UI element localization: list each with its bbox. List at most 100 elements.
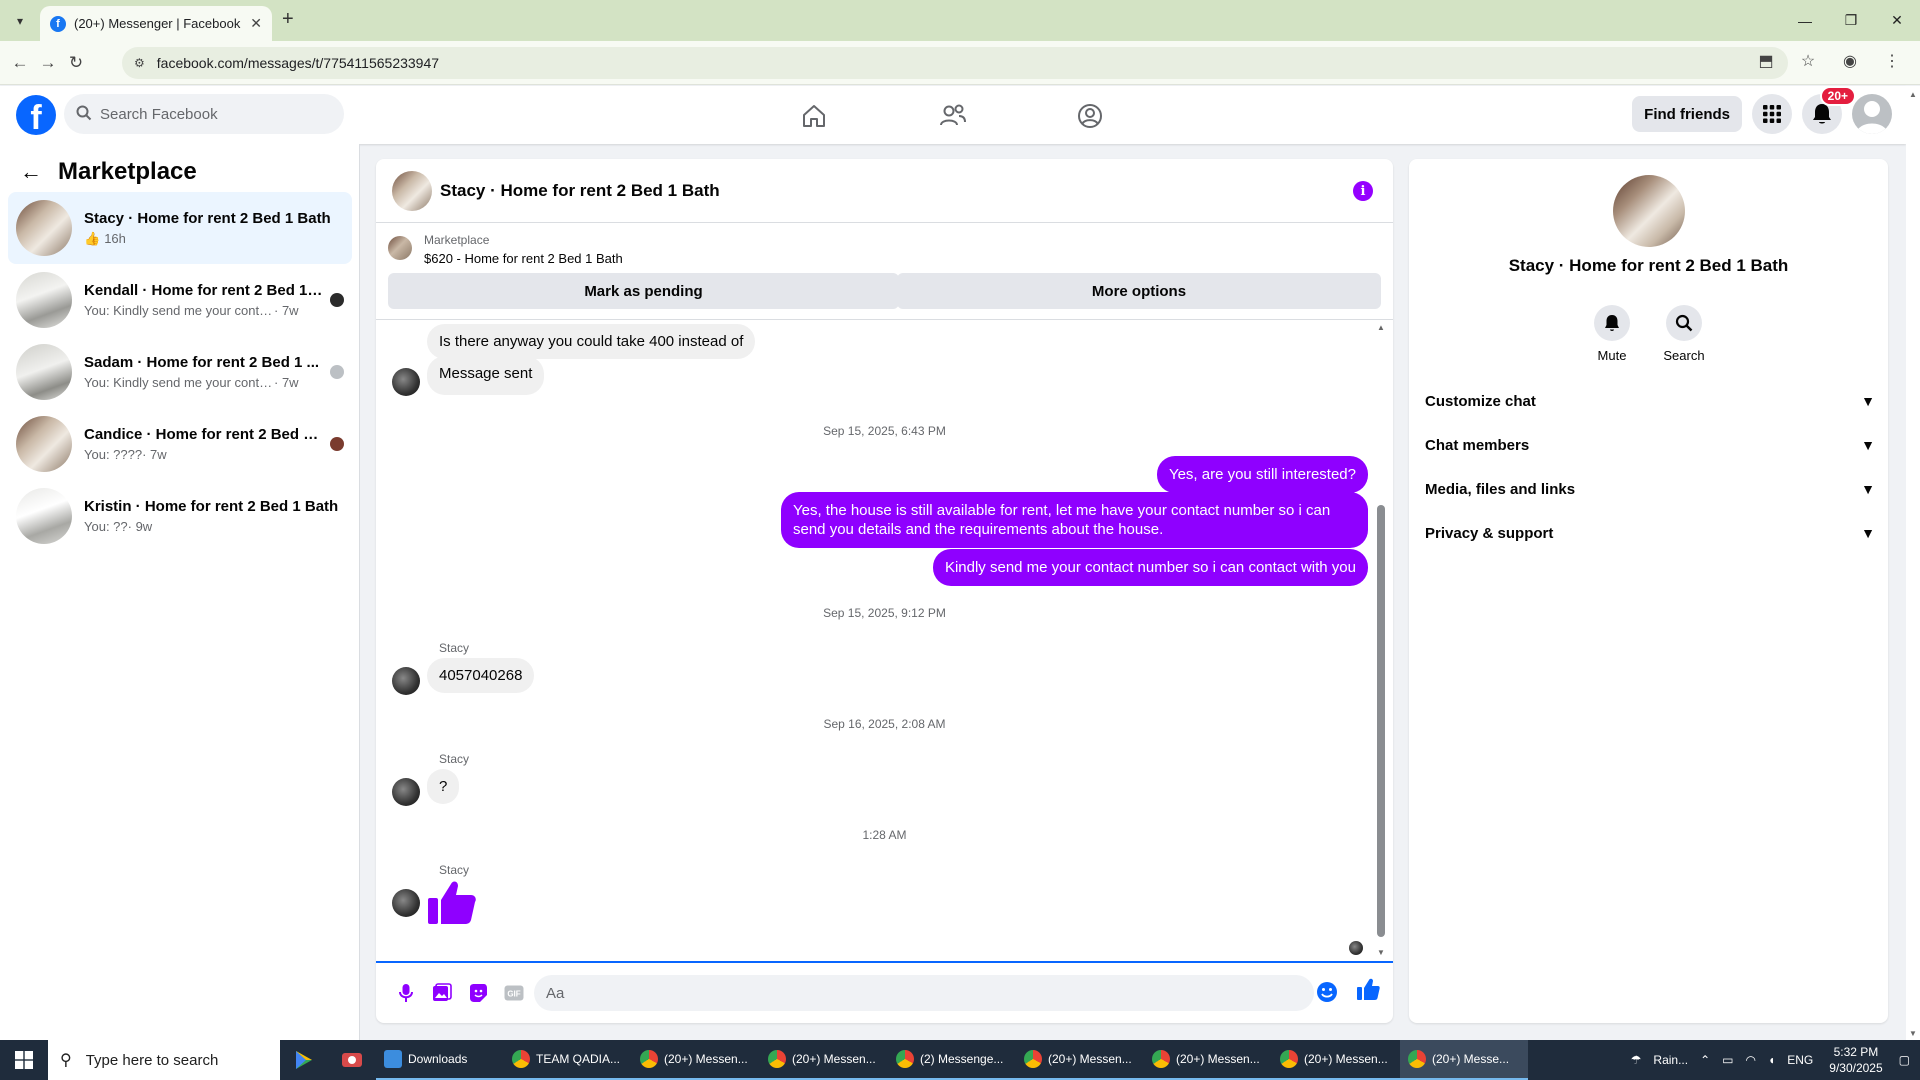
info-icon[interactable]: i	[1353, 181, 1373, 201]
page-scrollbar[interactable]: ▲ ▼	[1906, 86, 1920, 1040]
scroll-down-icon[interactable]: ▼	[1375, 948, 1387, 957]
microphone-icon[interactable]	[388, 975, 424, 1011]
sender-avatar[interactable]	[392, 778, 420, 806]
chrome-icon	[512, 1050, 530, 1068]
chevron-down-icon: ▼	[1861, 437, 1875, 453]
tray-expand-icon[interactable]: ⌃	[1700, 1053, 1710, 1067]
search-icon[interactable]	[1666, 305, 1702, 341]
taskbar-search[interactable]: ⚲	[48, 1040, 280, 1080]
conversation-details-panel: Stacy · Home for rent 2 Bed 1 Bath Mute …	[1409, 159, 1888, 1023]
taskbar-item-downloads[interactable]: Downloads	[376, 1040, 504, 1080]
taskbar-item-chrome-active[interactable]: (20+) Messe...	[1400, 1040, 1528, 1080]
sender-avatar[interactable]	[392, 889, 420, 917]
search-input[interactable]	[100, 105, 320, 123]
conversation-item[interactable]: Sadam · Home for rent 2 Bed 1 ... You: K…	[8, 336, 352, 408]
message-scrollbar[interactable]: ▲ ▼	[1375, 323, 1387, 957]
chat-members-row[interactable]: Chat members ▼	[1425, 425, 1875, 465]
windows-taskbar: ⚲ Downloads TEAM QADIA... (20+) Messen..…	[0, 1040, 1920, 1080]
menu-grid-button[interactable]	[1752, 94, 1792, 134]
url-bar[interactable]: ⚙ facebook.com/messages/t/77541156523394…	[122, 47, 1788, 79]
profile-icon[interactable]: ◉	[1840, 51, 1860, 71]
bookmark-star-icon[interactable]: ☆	[1798, 51, 1818, 71]
search-label: Search	[1663, 348, 1705, 363]
nav-home-icon[interactable]	[798, 100, 830, 132]
media-files-links-row[interactable]: Media, files and links ▼	[1425, 469, 1875, 509]
contact-avatar[interactable]	[1613, 175, 1685, 247]
taskbar-item-chrome[interactable]: (2) Messenge...	[888, 1040, 1016, 1080]
new-tab-icon[interactable]: +	[282, 8, 294, 31]
taskbar-search-input[interactable]	[85, 1051, 256, 1069]
seen-avatar	[330, 293, 344, 307]
taskbar-item-chrome[interactable]: (20+) Messen...	[1016, 1040, 1144, 1080]
attach-photo-icon[interactable]	[424, 975, 460, 1011]
facebook-logo-icon[interactable]: f	[16, 95, 56, 135]
chat-panel: Stacy · Home for rent 2 Bed 1 Bath i Mar…	[376, 159, 1393, 1023]
gif-icon[interactable]: GIF	[496, 975, 532, 1011]
scroll-up-icon[interactable]: ▲	[1909, 90, 1917, 99]
taskbar-item-chrome[interactable]: (20+) Messen...	[632, 1040, 760, 1080]
scroll-down-icon[interactable]: ▼	[1909, 1029, 1917, 1038]
install-app-icon[interactable]: ⬒	[1756, 51, 1776, 71]
chat-title[interactable]: Stacy · Home for rent 2 Bed 1 Bath	[440, 181, 720, 201]
conversation-name: Sadam · Home for rent 2 Bed 1 ...	[84, 354, 320, 371]
windows-start-icon[interactable]	[0, 1040, 48, 1080]
reload-icon[interactable]: ↻	[64, 51, 88, 75]
weather-label[interactable]: Rain...	[1653, 1053, 1688, 1067]
browser-menu-icon[interactable]: ⋮	[1882, 51, 1902, 71]
weather-icon[interactable]: ☂	[1631, 1053, 1642, 1067]
site-info-icon[interactable]: ⚙	[134, 56, 145, 70]
message-input[interactable]	[534, 975, 1314, 1011]
sender-avatar[interactable]	[392, 667, 420, 695]
taskbar-item-chrome[interactable]: (20+) Messen...	[1272, 1040, 1400, 1080]
conversation-item[interactable]: Candice · Home for rent 2 Bed 1 ... You:…	[8, 408, 352, 480]
account-avatar[interactable]	[1852, 94, 1892, 134]
conversation-thumbnail	[16, 344, 72, 400]
taskbar-item-chrome[interactable]: (20+) Messen...	[760, 1040, 888, 1080]
listing-title[interactable]: $620 - Home for rent 2 Bed 1 Bath	[424, 251, 623, 266]
notifications-center-icon[interactable]: ▢	[1899, 1053, 1910, 1067]
forward-icon[interactable]: →	[36, 51, 60, 75]
facebook-header: f Find friends 20+	[0, 86, 1906, 144]
wifi-icon[interactable]: ◠	[1746, 1053, 1756, 1067]
restore-icon[interactable]: ❐	[1828, 0, 1874, 41]
nav-profile-icon[interactable]	[1074, 100, 1106, 132]
conversation-item[interactable]: Kristin · Home for rent 2 Bed 1 Bath You…	[8, 480, 352, 552]
tab-close-icon[interactable]: ✕	[250, 15, 262, 32]
nav-friends-icon[interactable]	[937, 100, 969, 132]
mute-action[interactable]: Mute	[1582, 305, 1642, 363]
minimize-icon[interactable]: —	[1782, 0, 1828, 41]
chrome-icon	[1152, 1050, 1170, 1068]
scroll-up-icon[interactable]: ▲	[1375, 323, 1387, 332]
scroll-thumb[interactable]	[1377, 505, 1385, 937]
privacy-support-row[interactable]: Privacy & support ▼	[1425, 513, 1875, 553]
conversation-item[interactable]: Stacy · Home for rent 2 Bed 1 Bath 👍 16h	[8, 192, 352, 264]
pinned-app-icon[interactable]	[328, 1040, 376, 1080]
notifications-button[interactable]: 20+	[1802, 86, 1856, 134]
back-arrow-icon[interactable]: ←	[20, 159, 42, 185]
back-icon[interactable]: ←	[8, 51, 32, 75]
more-options-button[interactable]: More options	[897, 273, 1381, 309]
customize-chat-row[interactable]: Customize chat ▼	[1425, 381, 1875, 421]
send-like-icon[interactable]	[1356, 977, 1380, 1006]
battery-icon[interactable]: ▭	[1722, 1053, 1733, 1067]
chat-avatar[interactable]	[392, 170, 432, 211]
emoji-icon[interactable]	[1316, 981, 1338, 1008]
clock[interactable]: 5:32 PM 9/30/2025	[1829, 1044, 1882, 1076]
volume-icon[interactable]: ◖	[1768, 1053, 1775, 1067]
sender-avatar[interactable]	[392, 368, 420, 396]
bell-icon[interactable]	[1594, 305, 1630, 341]
language-indicator[interactable]: ENG	[1787, 1053, 1813, 1067]
search-action[interactable]: Search	[1654, 305, 1714, 363]
sticker-icon[interactable]	[460, 975, 496, 1011]
taskbar-item-chrome[interactable]: (20+) Messen...	[1144, 1040, 1272, 1080]
taskbar-item-chrome[interactable]: TEAM QADIA...	[504, 1040, 632, 1080]
mark-as-pending-button[interactable]: Mark as pending	[388, 273, 899, 309]
window-close-icon[interactable]: ✕	[1874, 0, 1920, 41]
facebook-search[interactable]	[64, 94, 344, 134]
tab-search-icon[interactable]: ▾	[8, 10, 32, 32]
find-friends-button[interactable]: Find friends	[1632, 96, 1742, 132]
conversation-thumbnail	[16, 272, 72, 328]
conversation-item[interactable]: Kendall · Home for rent 2 Bed 1 ... You:…	[8, 264, 352, 336]
pinned-app-icon[interactable]	[280, 1040, 328, 1080]
browser-tab[interactable]: f (20+) Messenger | Facebook ✕	[40, 6, 272, 41]
